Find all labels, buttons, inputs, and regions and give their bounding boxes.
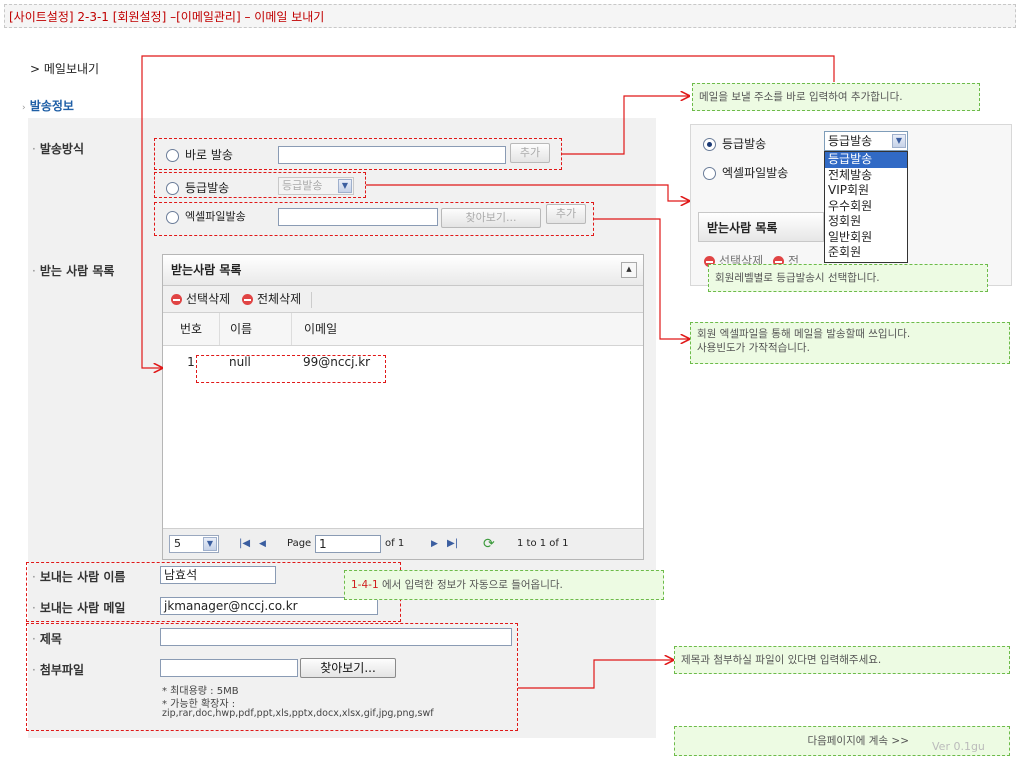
connector-lines	[141, 55, 835, 689]
